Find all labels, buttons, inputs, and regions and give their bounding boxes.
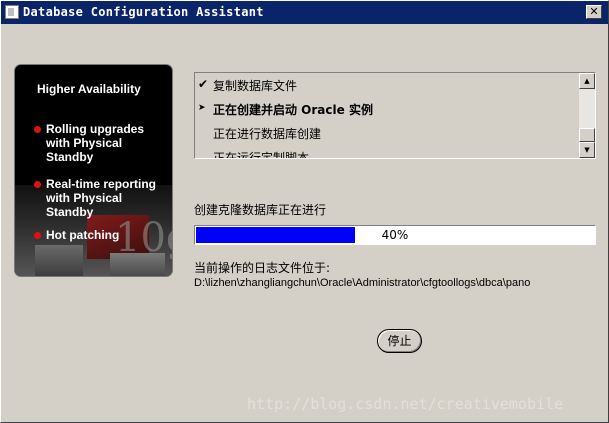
- watermark: http://blog.csdn.net/creativemobile: [247, 395, 564, 413]
- scroll-thumb[interactable]: [579, 128, 595, 142]
- step-list-scrollbar[interactable]: ▲ ▼: [579, 73, 595, 158]
- close-icon: ✕: [589, 5, 599, 18]
- step-item: 正在进行数据库创建: [213, 127, 322, 141]
- log-file-label: 当前操作的日志文件位于:: [194, 261, 331, 275]
- window-title: Database Configuration Assistant: [23, 5, 264, 19]
- stop-button[interactable]: 停止: [377, 329, 422, 353]
- promo-graphic-grey: [35, 245, 83, 276]
- promo-item: Hot patching: [46, 228, 120, 242]
- log-file-path: D:\lizhen\zhangliangchun\Oracle\Administ…: [194, 277, 531, 289]
- checkmark-icon: ✔: [198, 77, 209, 91]
- progress-percent: 40%: [381, 228, 409, 242]
- promo-item: Real-time reporting with Physical Standb…: [46, 177, 157, 219]
- arrow-up-icon: ▲: [584, 77, 590, 85]
- step-item: 复制数据库文件: [213, 79, 298, 93]
- dbca-window: Database Configuration Assistant ✕ 10g H…: [0, 0, 609, 423]
- bullet-icon: [34, 181, 41, 188]
- current-step-arrow-icon: ➤: [198, 103, 206, 113]
- step-item: 正在运行定制脚本: [213, 151, 310, 159]
- promo-panel: 10g Higher Availability Rolling upgrades…: [15, 65, 172, 276]
- bullet-icon: [34, 126, 41, 133]
- progress-bar: 40%: [194, 225, 596, 245]
- step-list[interactable]: ✔ 复制数据库文件 ➤ 正在创建并启动 Oracle 实例 正在进行数据库创建 …: [194, 72, 596, 159]
- bullet-icon: [34, 232, 41, 239]
- step-item-current: 正在创建并启动 Oracle 实例: [213, 103, 373, 117]
- title-bar[interactable]: Database Configuration Assistant ✕: [1, 1, 608, 24]
- progress-label: 创建克隆数据库正在进行: [194, 203, 327, 217]
- scroll-down-button[interactable]: ▼: [579, 142, 595, 158]
- app-icon: [5, 5, 19, 19]
- promo-item: Rolling upgrades with Physical Standby: [46, 122, 145, 164]
- promo-heading: Higher Availability: [37, 82, 141, 96]
- scroll-up-button[interactable]: ▲: [579, 73, 595, 89]
- close-button[interactable]: ✕: [586, 5, 602, 19]
- arrow-down-icon: ▼: [584, 146, 590, 154]
